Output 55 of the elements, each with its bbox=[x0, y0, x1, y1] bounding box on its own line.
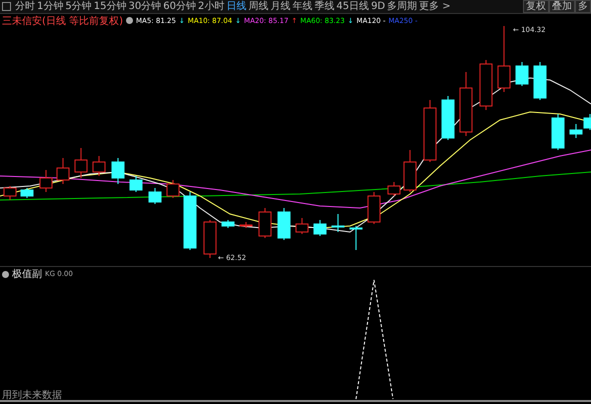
period-tab[interactable]: 1分钟 bbox=[36, 0, 64, 13]
candlestick bbox=[350, 226, 362, 250]
period-tab[interactable]: 多周期 bbox=[386, 0, 418, 13]
chart-title: 三未信安(日线 等比前复权) bbox=[2, 14, 123, 28]
settings-icon[interactable] bbox=[126, 17, 133, 24]
period-tab[interactable]: 45日线 bbox=[335, 0, 370, 13]
candlestick bbox=[166, 180, 180, 198]
period-tab[interactable]: 2小时 bbox=[196, 0, 226, 13]
toolbar-button[interactable]: 多 bbox=[575, 0, 591, 13]
period-tab[interactable]: 30分钟 bbox=[127, 0, 162, 13]
candlestick bbox=[148, 188, 162, 204]
candlestick bbox=[56, 158, 70, 184]
candlestick bbox=[278, 208, 290, 240]
candlestick bbox=[314, 220, 326, 236]
period-tab[interactable]: 分时 bbox=[14, 0, 36, 13]
candlestick bbox=[368, 192, 380, 224]
candlestick bbox=[92, 156, 106, 176]
candlestick bbox=[74, 148, 88, 178]
candlestick bbox=[480, 60, 492, 110]
period-tab[interactable]: 年线 bbox=[291, 0, 314, 13]
candlestick bbox=[404, 150, 416, 192]
period-tab[interactable]: 更多 > bbox=[418, 0, 452, 13]
period-tab[interactable]: 5分钟 bbox=[64, 0, 93, 13]
toolbar-button[interactable]: 复权 bbox=[523, 0, 549, 13]
period-tab[interactable]: 月线 bbox=[269, 0, 292, 13]
candlestick bbox=[332, 214, 344, 232]
candlestick bbox=[516, 62, 528, 86]
candlestick bbox=[552, 114, 564, 150]
period-tab[interactable]: 季线 bbox=[313, 0, 336, 13]
period-tab[interactable]: 9D bbox=[370, 0, 386, 13]
settings-icon[interactable] bbox=[2, 270, 9, 278]
candlestick bbox=[4, 186, 16, 200]
toolbar-button[interactable]: 叠加 bbox=[549, 0, 575, 13]
candlestick bbox=[204, 220, 216, 258]
candlestick bbox=[222, 220, 234, 228]
period-tab[interactable]: 60分钟 bbox=[162, 0, 197, 13]
candlestick bbox=[184, 192, 196, 250]
period-tab[interactable]: 15分钟 bbox=[92, 0, 128, 13]
candlestick bbox=[258, 208, 272, 238]
candlestick bbox=[112, 158, 124, 184]
candlestick bbox=[498, 26, 510, 92]
period-tab[interactable]: 日线 bbox=[225, 0, 248, 13]
candlestick bbox=[40, 170, 52, 192]
footer-note: 用到未来数据 bbox=[2, 388, 62, 402]
candlestick bbox=[424, 100, 436, 162]
period-tab[interactable]: 周线 bbox=[247, 0, 270, 13]
candlestick bbox=[388, 182, 400, 196]
candlestick bbox=[460, 72, 472, 136]
indicator-name: 极值副 bbox=[12, 268, 42, 281]
candlestick bbox=[534, 62, 546, 100]
candlestick bbox=[240, 222, 252, 228]
candlestick bbox=[442, 96, 454, 140]
candlestick bbox=[130, 176, 142, 192]
candlestick bbox=[296, 218, 308, 234]
candlestick bbox=[20, 188, 34, 198]
